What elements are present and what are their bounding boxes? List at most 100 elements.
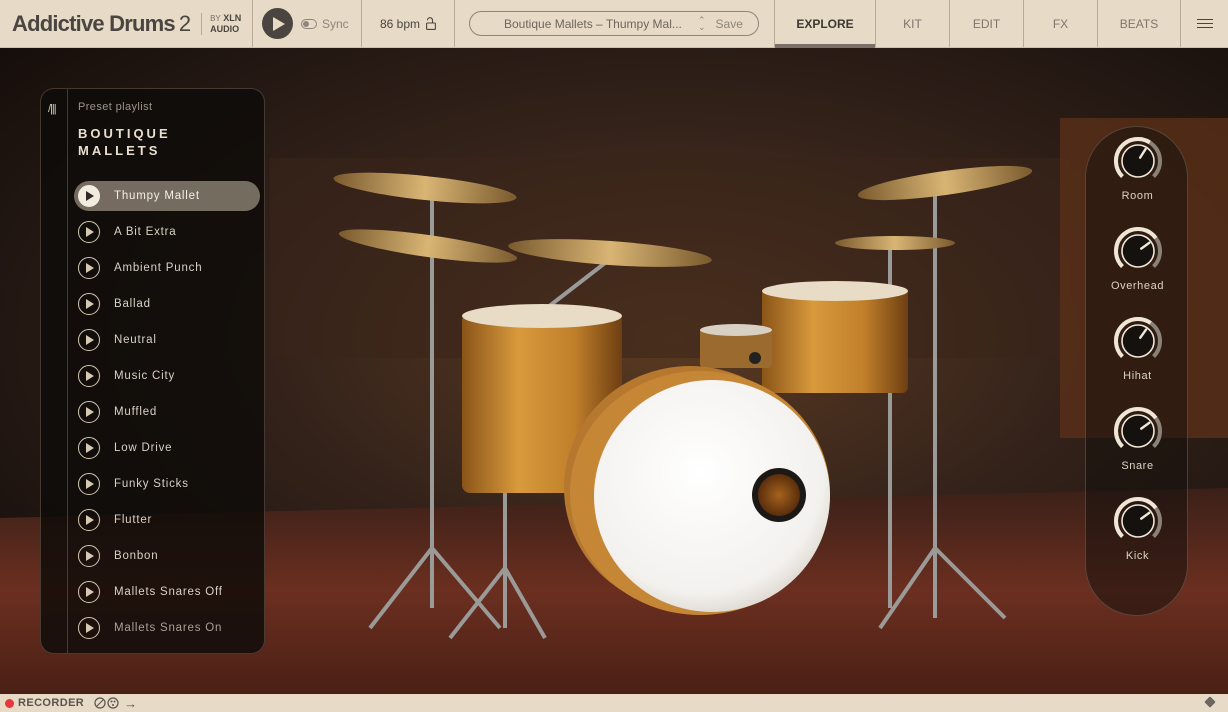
vendor-by: BY bbox=[210, 14, 221, 23]
play-preview-button[interactable] bbox=[78, 257, 100, 279]
preset-playlist-panel: /||| Preset playlist BOUTIQUE MALLETS Th… bbox=[40, 88, 265, 654]
knob-room[interactable]: Room bbox=[1086, 135, 1189, 202]
preset-name: Boutique Mallets – Thumpy Mal... bbox=[504, 16, 682, 31]
knob-body bbox=[1120, 234, 1155, 268]
floor-tom bbox=[762, 281, 908, 393]
bottom-bar: RECORDER → bbox=[0, 694, 1228, 712]
playlist-item[interactable]: Mallets Snares Off bbox=[74, 574, 260, 610]
preset-selector[interactable]: Boutique Mallets – Thumpy Mal... ⌃ ⌄ Save bbox=[469, 11, 759, 36]
vendor-line1: XLN bbox=[223, 13, 242, 23]
playlist-item[interactable]: Bonbon bbox=[74, 538, 260, 574]
playlist-item-label: Low Drive bbox=[114, 442, 173, 454]
knob-dial[interactable] bbox=[1112, 135, 1164, 187]
play-icon bbox=[86, 587, 94, 597]
play-button[interactable] bbox=[262, 8, 293, 39]
sync-toggle[interactable]: Sync bbox=[301, 17, 349, 31]
play-icon bbox=[86, 227, 94, 237]
play-preview-button[interactable] bbox=[78, 365, 100, 387]
playlist-item-label: Flutter bbox=[114, 514, 153, 526]
play-preview-button[interactable] bbox=[78, 293, 100, 315]
knob-label: Overhead bbox=[1110, 280, 1165, 292]
knob-label: Room bbox=[1121, 190, 1154, 202]
record-status-icon bbox=[5, 698, 14, 708]
main-tabs: EXPLORE KIT EDIT FX BEATS bbox=[775, 0, 1228, 48]
brand-divider bbox=[201, 12, 203, 35]
unlock-icon[interactable] bbox=[426, 17, 436, 30]
vendor-logo: BY XLN AUDIO bbox=[210, 13, 241, 34]
tempo-field[interactable]: 86 bpm bbox=[362, 0, 455, 47]
playlist-item[interactable]: Mallets Snares On bbox=[74, 610, 260, 646]
tab-beats[interactable]: BEATS bbox=[1098, 0, 1181, 47]
toggle-switch-icon bbox=[301, 18, 317, 29]
playlist-item[interactable]: A Bit Extra bbox=[74, 214, 260, 250]
playlist-item[interactable]: Music City bbox=[74, 358, 260, 394]
play-preview-button[interactable] bbox=[78, 617, 100, 639]
playlist-item-label: Music City bbox=[114, 370, 176, 382]
play-icon bbox=[86, 407, 94, 417]
play-preview-button[interactable] bbox=[78, 329, 100, 351]
playlist-title: BOUTIQUE MALLETS bbox=[78, 126, 171, 158]
knob-hihat[interactable]: Hihat bbox=[1086, 315, 1189, 382]
play-icon bbox=[86, 335, 94, 345]
arrow-right-icon[interactable]: → bbox=[124, 696, 137, 711]
knob-overhead[interactable]: Overhead bbox=[1086, 225, 1189, 292]
playlist-item-label: Bonbon bbox=[114, 550, 159, 562]
knob-dial[interactable] bbox=[1112, 225, 1164, 277]
play-preview-button[interactable] bbox=[78, 221, 100, 243]
play-preview-button[interactable] bbox=[78, 581, 100, 603]
play-icon bbox=[86, 479, 94, 489]
play-icon bbox=[86, 191, 94, 201]
play-preview-button[interactable] bbox=[78, 401, 100, 423]
playlist-item-label: Mallets Snares On bbox=[114, 622, 223, 634]
playlist-item-label: Muffled bbox=[114, 406, 158, 418]
playlist-item[interactable]: Neutral bbox=[74, 322, 260, 358]
recorder-button[interactable]: RECORDER bbox=[18, 697, 84, 709]
up-down-chevron-icon[interactable]: ⌃ ⌄ bbox=[698, 15, 706, 31]
mixer-panel: Room Overhead Hihat Snare Kick bbox=[1085, 126, 1188, 616]
resize-handle-icon[interactable] bbox=[1204, 696, 1216, 708]
playlist-item-label: Mallets Snares Off bbox=[114, 586, 223, 598]
play-preview-button[interactable] bbox=[78, 509, 100, 531]
save-button[interactable]: Save bbox=[716, 17, 743, 31]
playlist-item[interactable]: Flutter bbox=[74, 502, 260, 538]
play-preview-button[interactable] bbox=[78, 473, 100, 495]
play-icon bbox=[86, 623, 94, 633]
app-version: 2 bbox=[178, 10, 192, 36]
tab-explore[interactable]: EXPLORE bbox=[775, 0, 876, 48]
playlist-item[interactable]: Funky Sticks bbox=[74, 466, 260, 502]
knob-dial[interactable] bbox=[1112, 315, 1164, 367]
playlist-subtitle: Preset playlist bbox=[78, 101, 153, 113]
library-icon[interactable]: /||| bbox=[48, 103, 57, 115]
play-preview-button[interactable] bbox=[78, 437, 100, 459]
vendor-line2: AUDIO bbox=[210, 24, 240, 34]
knob-body bbox=[1120, 504, 1155, 538]
knob-snare[interactable]: Snare bbox=[1086, 405, 1189, 472]
play-preview-button[interactable] bbox=[78, 185, 100, 207]
play-icon bbox=[86, 371, 94, 381]
kit-stage: /||| Preset playlist BOUTIQUE MALLETS Th… bbox=[0, 48, 1228, 694]
playlist-item[interactable]: Muffled bbox=[74, 394, 260, 430]
tab-edit[interactable]: EDIT bbox=[950, 0, 1024, 47]
tempo-value: 86 bpm bbox=[379, 16, 421, 31]
play-icon bbox=[86, 299, 94, 309]
knob-dial[interactable] bbox=[1112, 495, 1164, 547]
hamburger-menu-icon[interactable] bbox=[1181, 0, 1228, 47]
play-preview-button[interactable] bbox=[78, 545, 100, 567]
tab-kit[interactable]: KIT bbox=[876, 0, 950, 47]
knob-dial[interactable] bbox=[1112, 405, 1164, 457]
playlist-item[interactable]: Ambient Punch bbox=[74, 250, 260, 286]
knob-label: Snare bbox=[1121, 460, 1154, 472]
playlist-rail: /||| bbox=[41, 89, 68, 653]
transport: Sync bbox=[253, 0, 362, 47]
play-icon bbox=[273, 16, 285, 31]
knob-kick[interactable]: Kick bbox=[1086, 495, 1189, 562]
playlist-item[interactable]: Ballad bbox=[74, 286, 260, 322]
knob-body bbox=[1120, 324, 1155, 358]
playlist-item-label: Funky Sticks bbox=[114, 478, 189, 490]
playlist-item-label: Neutral bbox=[114, 334, 157, 346]
playlist-item[interactable]: Low Drive bbox=[74, 430, 260, 466]
tape-reel-icon[interactable] bbox=[94, 697, 120, 709]
tab-fx[interactable]: FX bbox=[1024, 0, 1098, 47]
playlist-item[interactable]: Thumpy Mallet bbox=[74, 181, 260, 211]
play-icon bbox=[86, 443, 94, 453]
